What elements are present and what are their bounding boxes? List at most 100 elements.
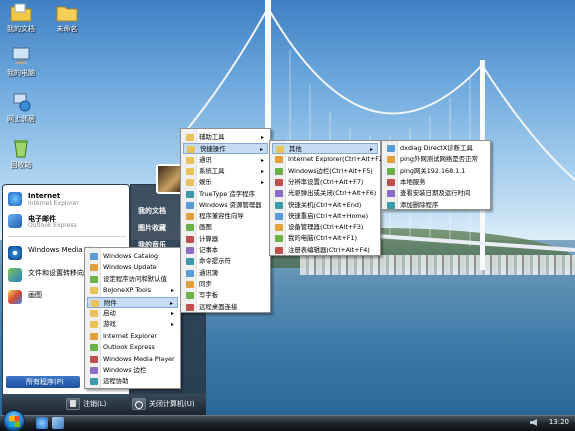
folder-icon xyxy=(90,321,98,329)
menu-item-label: 附件 xyxy=(104,298,117,307)
accessories-menu-item[interactable]: 娱乐 ▸ xyxy=(183,177,268,188)
accessories-menu-item[interactable]: 写字板 xyxy=(183,290,268,301)
windows-logo-icon xyxy=(9,416,20,427)
program-icon xyxy=(90,355,98,363)
programs-menu-item[interactable]: 远程协助 xyxy=(87,376,178,387)
program-icon xyxy=(186,269,194,277)
desktop-icon-network[interactable]: 网上邻居 xyxy=(0,92,44,124)
recycle-bin-icon xyxy=(14,140,28,158)
accessories-menu-item[interactable]: 辅助工具 ▸ xyxy=(183,132,268,143)
shortcuts-menu-item[interactable]: 分辨率设置(Ctrl+Alt+F7) xyxy=(272,177,378,188)
menu-item-label: 远程桌面连接 xyxy=(199,302,238,311)
programs-menu-item[interactable]: 附件 ▸ xyxy=(87,296,178,308)
program-icon xyxy=(387,178,395,186)
menu-item-label: ping外网测试网络是否正常 xyxy=(400,155,478,164)
program-icon xyxy=(186,201,194,209)
programs-menu-item[interactable]: Internet Explorer xyxy=(87,331,178,342)
folder-icon xyxy=(90,310,98,317)
link-my-documents[interactable]: 我的文档 xyxy=(138,206,166,216)
submenu-arrow-icon: ▸ xyxy=(169,299,173,307)
desktop-icon-unnamed[interactable]: 未命名 xyxy=(44,2,90,34)
program-icon xyxy=(387,145,395,152)
menu-item-label: 快捷操作 xyxy=(200,145,226,154)
programs-menu-item[interactable]: 启动 ▸ xyxy=(87,308,178,319)
menu-item-label: Windows Media Player xyxy=(103,354,175,363)
shortcuts-menu-item[interactable]: 快速重启(Ctrl+Alt+Home) xyxy=(272,211,378,222)
other-menu-item[interactable]: ping网关192.168.1.1 xyxy=(384,166,488,177)
quicklaunch-desktop-icon[interactable] xyxy=(52,417,64,429)
quicklaunch-ie-icon[interactable] xyxy=(36,417,48,429)
shortcuts-menu-item[interactable]: 光驱弹出或关闭(Ctrl+Alt+F6) xyxy=(272,188,378,199)
shortcuts-menu-item[interactable]: 我的电脑(Ctrl+Alt+F1) xyxy=(272,233,378,244)
menu-item-label: 添加删除程序 xyxy=(400,200,439,209)
menu-item-label: 命令提示符 xyxy=(199,257,231,266)
other-menu-item[interactable]: dxdiag DirectX诊断工具 xyxy=(384,143,488,154)
submenu-arrow-icon: ▸ xyxy=(170,287,174,295)
programs-menu-item[interactable]: 设定程序访问和默认值 xyxy=(87,274,178,285)
other-menu-item[interactable]: 添加删除程序 xyxy=(384,200,488,211)
folder-icon xyxy=(186,167,194,175)
accessories-menu-item[interactable]: 通讯 ▸ xyxy=(183,155,268,166)
program-icon xyxy=(275,224,283,232)
accessories-menu-item[interactable]: 计算器 xyxy=(183,234,268,245)
programs-menu-item[interactable]: Windows Catalog xyxy=(87,251,178,262)
programs-menu-item[interactable]: BoJoneXP Tools ▸ xyxy=(87,285,178,296)
all-programs-button[interactable]: 所有程序(P) xyxy=(6,376,80,388)
menu-item-label: 记事本 xyxy=(199,246,219,254)
menu-item-label: TrueType 造字程序 xyxy=(199,189,255,198)
link-my-pictures[interactable]: 图片收藏 xyxy=(138,223,166,233)
menu-item-label: Windows Catalog xyxy=(103,252,159,260)
accessories-menu-item[interactable]: 记事本 xyxy=(183,245,268,256)
desktop-icon-my-documents[interactable]: 我的文档 xyxy=(0,2,44,34)
menu-item-label: 查看安装日期及运行时间 xyxy=(400,189,471,198)
desktop-icon-recycle-bin[interactable]: 回收站 xyxy=(0,138,44,170)
folder-icon xyxy=(186,156,194,164)
menu-item-label: Outlook Express xyxy=(103,343,155,352)
programs-menu-item[interactable]: Windows Update xyxy=(87,262,178,273)
shortcuts-menu: 其他 ▸ Internet Explorer(Ctrl+Alt+F2) Windows… xyxy=(269,140,385,256)
shortcuts-menu-item[interactable]: 快速关机(Ctrl+Alt+End) xyxy=(272,200,378,211)
outlook-express-icon xyxy=(8,214,22,228)
program-icon xyxy=(387,167,395,175)
program-icon xyxy=(90,332,98,340)
programs-menu-item[interactable]: Windows Media Player xyxy=(87,354,178,365)
media-player-icon xyxy=(8,246,22,260)
other-menu-item[interactable]: ping外网测试网络是否正常 xyxy=(384,154,488,165)
shortcuts-menu-item[interactable]: 其他 ▸ xyxy=(272,143,378,154)
accessories-menu-item[interactable]: 程序兼容性向导 xyxy=(183,211,268,222)
accessories-menu-item[interactable]: Windows 资源管理器 xyxy=(183,200,268,211)
shortcuts-menu-item[interactable]: Internet Explorer(Ctrl+Alt+F2) xyxy=(272,154,385,165)
program-icon xyxy=(275,212,283,220)
menu-item-label: 游戏 xyxy=(103,320,116,329)
program-icon xyxy=(186,258,194,266)
internet-explorer-icon xyxy=(8,192,22,206)
menu-item-label: Windows边栏(Ctrl+Alt+F5) xyxy=(288,166,373,175)
accessories-menu-item[interactable]: 命令提示符 xyxy=(183,256,268,267)
desktop-icon-my-computer[interactable]: 我的电脑 xyxy=(0,46,44,78)
program-icon xyxy=(90,275,98,283)
menu-item-label: 画图 xyxy=(199,223,212,232)
program-icon xyxy=(186,247,194,254)
accessories-menu-item[interactable]: 画图 xyxy=(183,222,268,233)
start-button[interactable] xyxy=(3,410,25,431)
program-icon xyxy=(275,178,283,186)
program-icon xyxy=(275,167,283,175)
accessories-menu-item[interactable]: 远程桌面连接 xyxy=(183,302,268,313)
accessories-menu-item[interactable]: 同步 xyxy=(183,279,268,290)
accessories-menu-item[interactable]: 通讯簿 xyxy=(183,268,268,279)
menu-item-label: 系统工具 xyxy=(199,166,225,175)
accessories-menu-item[interactable]: TrueType 造字程序 xyxy=(183,189,268,200)
shortcuts-menu-item[interactable]: 注册表编辑器(Ctrl+Alt+F4) xyxy=(272,245,378,256)
menu-item-label: 分辨率设置(Ctrl+Alt+F7) xyxy=(288,177,364,186)
menu-item-label: 娱乐 xyxy=(199,178,212,187)
other-menu-item[interactable]: 查看安装日期及运行时间 xyxy=(384,188,488,199)
program-icon xyxy=(387,156,395,164)
shortcuts-menu-item[interactable]: Windows边栏(Ctrl+Alt+F5) xyxy=(272,166,378,177)
accessories-menu-item[interactable]: 系统工具 ▸ xyxy=(183,166,268,177)
other-menu-item[interactable]: 本地服务 xyxy=(384,177,488,188)
programs-menu-item[interactable]: Outlook Express xyxy=(87,342,178,353)
programs-menu-item[interactable]: Windows 边栏 xyxy=(87,365,178,376)
shortcuts-menu-item[interactable]: 设备管理器(Ctrl+Alt+F3) xyxy=(272,222,378,233)
programs-menu-item[interactable]: 游戏 ▸ xyxy=(87,319,178,330)
accessories-menu-item[interactable]: 快捷操作 ▸ xyxy=(183,143,268,155)
